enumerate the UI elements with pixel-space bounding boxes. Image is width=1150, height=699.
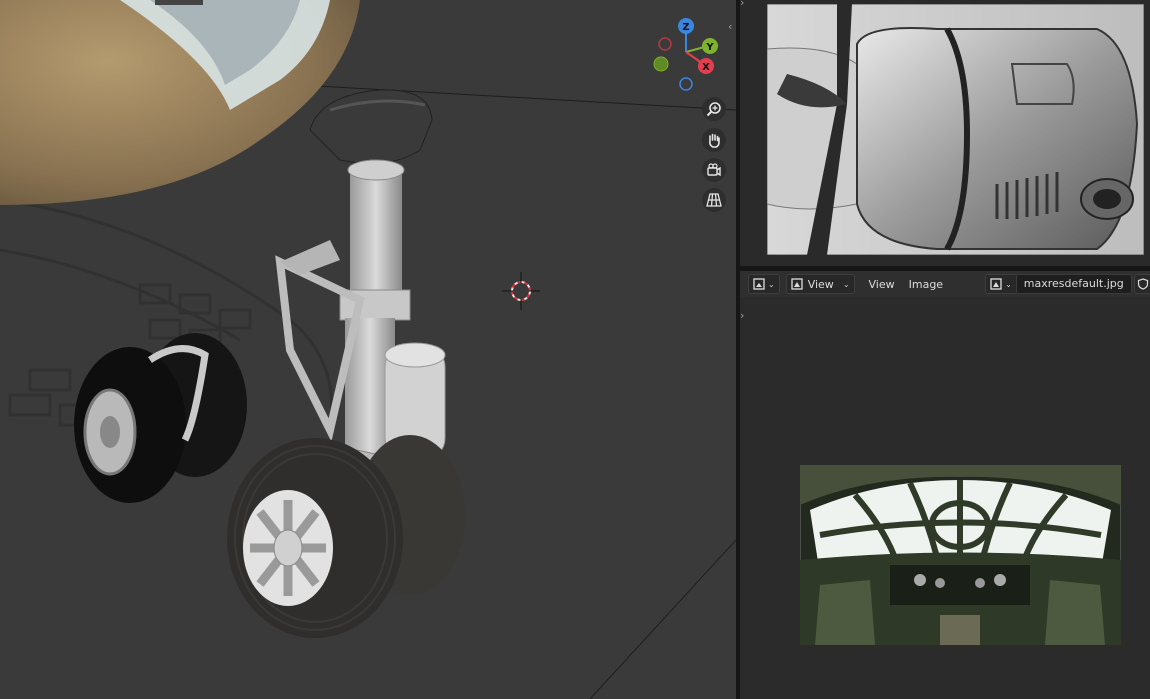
3d-cursor (502, 272, 540, 310)
svg-text:Z: Z (682, 22, 689, 33)
cockpit-image (800, 465, 1121, 645)
grid-line (589, 539, 736, 699)
chevron-down-icon: ⌄ (842, 279, 850, 289)
zoom-icon (706, 102, 721, 117)
sidebar-toggle-icon[interactable]: ‹ (728, 20, 732, 33)
image-name-field[interactable]: maxresdefault.jpg (1015, 274, 1132, 294)
reference-image-panel: › (740, 0, 1150, 266)
view-mode-dropdown[interactable]: View ⌄ (785, 274, 855, 294)
svg-text:Y: Y (705, 42, 714, 53)
expand-arrow-icon[interactable]: › (740, 0, 744, 9)
main-wheels-front (227, 435, 465, 638)
image-type-icon (990, 278, 1002, 290)
view-mode-label: View (807, 277, 834, 291)
menu-image[interactable]: Image (909, 278, 943, 291)
perspective-toggle-button[interactable] (702, 188, 726, 212)
neg-x-handle (658, 37, 672, 51)
shield-icon (1137, 278, 1148, 290)
menu-view[interactable]: View (869, 278, 895, 291)
zoom-button[interactable] (702, 97, 726, 121)
neg-y-handle (653, 56, 669, 72)
fake-user-button[interactable] (1133, 274, 1150, 294)
engine-reference-photo (767, 4, 1144, 255)
nose-wheels-rear (74, 333, 247, 503)
image-editor-header: ⌄ View ⌄ View Image ⌄ maxresdefault.jpg (740, 271, 1150, 297)
image-editor-icon (753, 278, 765, 290)
fuselage-model (0, 0, 360, 205)
image-view-icon (791, 278, 803, 290)
viewport-scene (0, 0, 736, 699)
toolbar-toggle-icon[interactable]: › (740, 309, 744, 322)
navigation-gizmo[interactable]: Z Y X (650, 16, 726, 96)
grid-icon (706, 193, 722, 207)
camera-icon (707, 163, 721, 177)
pan-button[interactable] (702, 128, 726, 152)
hand-icon (709, 133, 720, 148)
browse-image-button[interactable]: ⌄ (985, 274, 1016, 294)
3d-viewport[interactable]: Z Y X ‹ (0, 0, 736, 699)
camera-view-button[interactable] (702, 158, 726, 182)
editor-type-button[interactable]: ⌄ (748, 274, 780, 294)
image-editor-area: ⌄ View ⌄ View Image ⌄ maxresdefault.jpg … (740, 271, 1150, 699)
right-area: › ⌄ View ⌄ View Image ⌄ maxresdefault.jp… (740, 0, 1150, 699)
chevron-down-icon: ⌄ (1005, 279, 1012, 289)
svg-text:X: X (702, 62, 710, 73)
chevron-down-icon: ⌄ (768, 279, 775, 289)
gear-mount (309, 89, 433, 164)
neg-z-handle (679, 77, 693, 91)
